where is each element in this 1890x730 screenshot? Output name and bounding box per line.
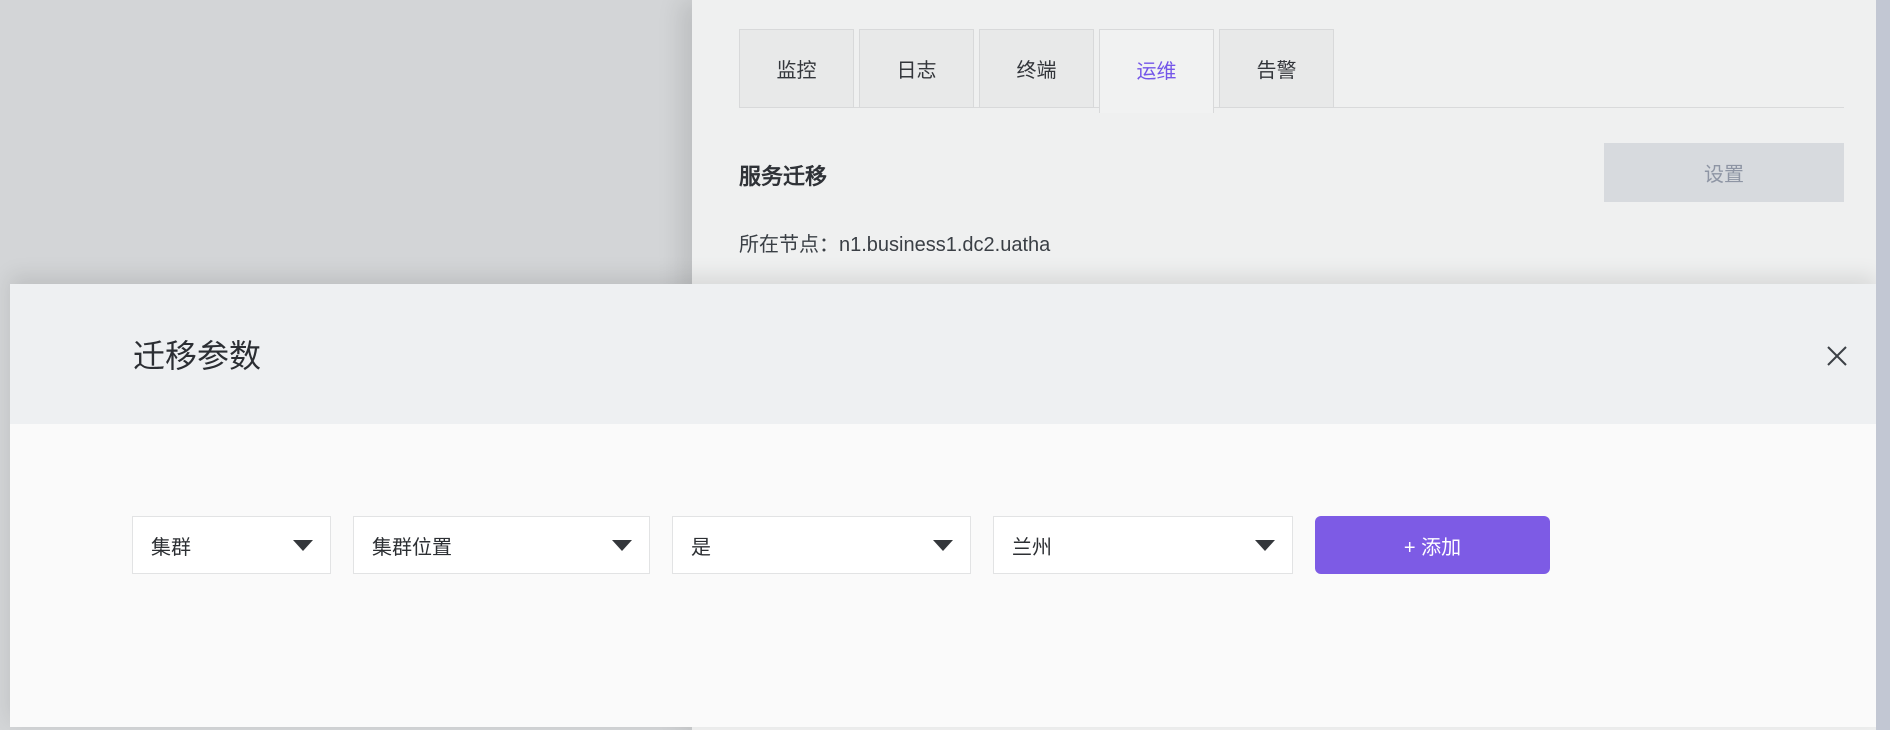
filter-row: 集群 集群位置 是 兰州 + 添加 xyxy=(132,516,1550,574)
dropdown-attribute[interactable]: 集群位置 xyxy=(353,516,650,574)
modal-body: 集群 集群位置 是 兰州 + 添加 xyxy=(10,424,1876,727)
tab-terminal[interactable]: 终端 xyxy=(979,29,1094,108)
dropdown-attribute-value: 集群位置 xyxy=(372,531,452,560)
section-title-service-migration: 服务迁移 xyxy=(739,159,827,191)
chevron-down-icon xyxy=(612,540,632,551)
add-button[interactable]: + 添加 xyxy=(1315,516,1550,574)
tab-logs[interactable]: 日志 xyxy=(859,29,974,108)
vertical-scrollbar[interactable] xyxy=(1876,0,1890,730)
current-node-row: 所在节点：n1.business1.dc2.uatha xyxy=(739,228,1050,257)
dropdown-operator[interactable]: 是 xyxy=(672,516,971,574)
node-label: 所在节点： xyxy=(739,234,839,256)
dropdown-operator-value: 是 xyxy=(691,531,711,560)
tab-alerts[interactable]: 告警 xyxy=(1219,29,1334,108)
chevron-down-icon xyxy=(933,540,953,551)
dropdown-value-value: 兰州 xyxy=(1012,531,1052,560)
chevron-down-icon xyxy=(293,540,313,551)
close-icon[interactable] xyxy=(1824,343,1850,369)
modal-header: 迁移参数 xyxy=(10,284,1876,424)
tab-bar: 监控 日志 终端 运维 告警 xyxy=(739,29,1334,113)
modal-title: 迁移参数 xyxy=(133,284,261,424)
dropdown-value[interactable]: 兰州 xyxy=(993,516,1293,574)
dropdown-category[interactable]: 集群 xyxy=(132,516,331,574)
tab-monitoring[interactable]: 监控 xyxy=(739,29,854,108)
chevron-down-icon xyxy=(1255,540,1275,551)
tab-operations[interactable]: 运维 xyxy=(1099,29,1214,113)
node-value: n1.business1.dc2.uatha xyxy=(839,234,1050,256)
settings-button[interactable]: 设置 xyxy=(1604,143,1844,202)
migration-params-modal: 迁移参数 集群 集群位置 是 兰州 xyxy=(10,284,1876,727)
dropdown-category-value: 集群 xyxy=(151,531,191,560)
close-x-icon xyxy=(1826,345,1848,367)
